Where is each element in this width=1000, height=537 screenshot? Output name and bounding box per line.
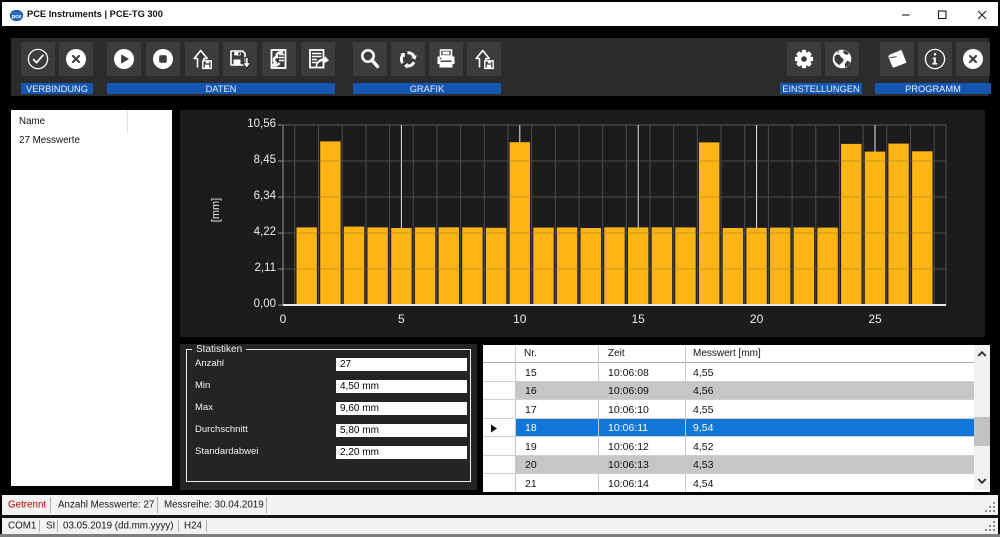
svg-text:pce: pce bbox=[12, 14, 22, 20]
